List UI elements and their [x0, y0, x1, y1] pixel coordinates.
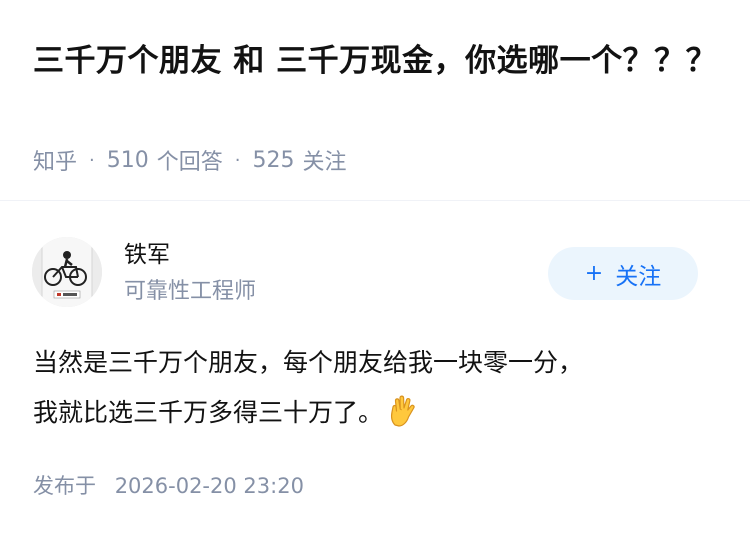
follow-count: 525 — [252, 147, 295, 173]
question-meta: 知乎 · 510 个回答 · 525 关注 — [33, 144, 347, 176]
avatar[interactable] — [32, 237, 102, 307]
publish-label: 发布于 — [33, 474, 96, 498]
answer-count-label[interactable]: 个回答 — [157, 144, 223, 176]
question-title[interactable]: 三千万个朋友 和 三千万现金，你选哪一个？？？ — [33, 38, 723, 85]
publish-timestamp[interactable]: 2026-02-20 23:20 — [115, 474, 304, 498]
follow-button[interactable]: + 关注 — [548, 247, 698, 300]
answer-count: 510 — [106, 147, 149, 173]
plus-icon: + — [584, 261, 604, 286]
answer-content: 当然是三千万个朋友，每个朋友给我一块零一分， 我就比选三千万多得三十万了。 — [33, 338, 723, 444]
divider — [0, 200, 750, 201]
publish-time: 发布于 2026-02-20 23:20 — [33, 470, 304, 502]
author-name[interactable]: 铁军 — [124, 238, 170, 272]
answer-line: 当然是三千万个朋友，每个朋友给我一块零一分， — [33, 348, 584, 377]
source-label: 知乎 — [33, 150, 78, 175]
follow-count-label[interactable]: 关注 — [303, 144, 347, 176]
vulcan-salute-hand-icon — [389, 394, 417, 444]
author-headline: 可靠性工程师 — [124, 279, 257, 304]
follow-button-label: 关注 — [615, 263, 662, 290]
answer-line-with-emoji: 我就比选三千万多得三十万了。 — [33, 388, 723, 444]
bicycle-avatar-icon — [32, 237, 102, 307]
meta-separator: · — [89, 149, 95, 171]
answer-line: 我就比选三千万多得三十万了。 — [33, 398, 384, 427]
meta-separator: · — [234, 149, 241, 171]
zhihu-answer-page: 三千万个朋友 和 三千万现金，你选哪一个？？？ 知乎 · 510 个回答 · 5… — [0, 0, 750, 538]
